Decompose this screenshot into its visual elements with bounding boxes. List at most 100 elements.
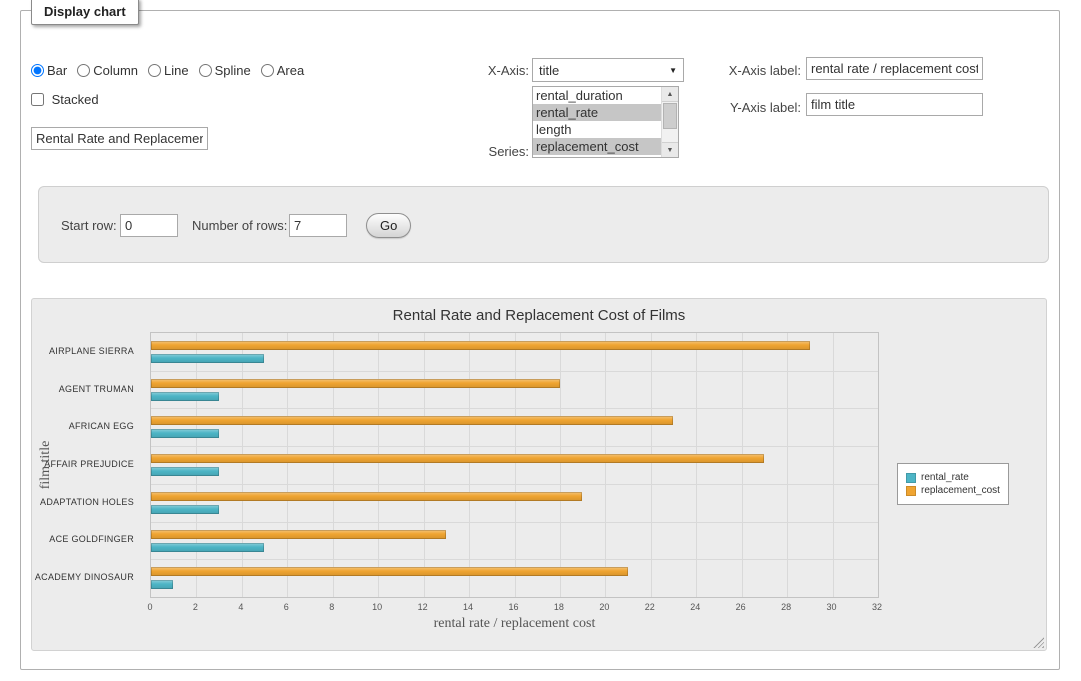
stacked-checkbox[interactable] [31, 93, 44, 106]
legend-label: replacement_cost [921, 485, 1000, 496]
y-axis-label-input[interactable] [806, 93, 983, 116]
x-tick-label: 10 [372, 602, 382, 612]
series-option-rental_duration[interactable]: rental_duration [533, 87, 661, 104]
x-tick-label: 12 [418, 602, 428, 612]
chart-type-line[interactable]: Line [148, 63, 189, 78]
display-chart-fieldset: Display chart BarColumnLineSplineArea St… [20, 10, 1060, 670]
chart-type-radio-spline[interactable] [199, 64, 212, 77]
row-controls-panel: Start row: Number of rows: Go [38, 186, 1049, 263]
y-axis-label-caption: Y-Axis label: [701, 100, 801, 115]
x-tick-label: 28 [781, 602, 791, 612]
category-label: AFRICAN EGG [32, 421, 142, 431]
category-labels: AIRPLANE SIERRAAGENT TRUMANAFRICAN EGGAF… [32, 332, 142, 598]
bar-replacement_cost [151, 341, 810, 350]
number-of-rows-label: Number of rows: [192, 218, 287, 233]
bar-rental_rate [151, 505, 219, 514]
bar-rental_rate [151, 392, 219, 401]
series-listbox[interactable]: rental_durationrental_ratelengthreplacem… [532, 86, 679, 158]
x-axis-label-input[interactable] [806, 57, 983, 80]
x-axis-select[interactable]: title ▼ [532, 58, 684, 82]
chart-type-options: Bar Column Line Spline Area [31, 63, 314, 78]
gridline-vertical [378, 333, 379, 597]
go-button[interactable]: Go [366, 213, 411, 238]
chart-type-radio-label: Area [277, 63, 304, 78]
x-axis-select-caption: X-Axis: [421, 63, 529, 78]
stacked-label: Stacked [52, 92, 99, 107]
series-option-rental_rate[interactable]: rental_rate [533, 104, 661, 121]
scroll-down-arrow-icon[interactable]: ▼ [662, 142, 678, 157]
category-label: ADAPTATION HOLES [32, 497, 142, 507]
bar-rental_rate [151, 467, 219, 476]
gridline-vertical [242, 333, 243, 597]
x-tick-label: 14 [463, 602, 473, 612]
plot-area [150, 332, 879, 598]
chart-type-radio-bar[interactable] [31, 64, 44, 77]
series-listbox-scrollbar[interactable]: ▲ ▼ [661, 87, 678, 157]
x-tick-label: 20 [599, 602, 609, 612]
chart-type-radio-line[interactable] [148, 64, 161, 77]
gridline-vertical [424, 333, 425, 597]
series-option-length[interactable]: length [533, 121, 661, 138]
x-tick-label: 8 [329, 602, 334, 612]
series-option-replacement_cost[interactable]: replacement_cost [533, 138, 661, 155]
gridline-horizontal [151, 522, 878, 523]
bar-replacement_cost [151, 530, 446, 539]
chart-panel: Rental Rate and Replacement Cost of Film… [31, 298, 1047, 651]
chart-type-bar[interactable]: Bar [31, 63, 67, 78]
bar-rental_rate [151, 580, 173, 589]
x-tick-label: 18 [554, 602, 564, 612]
chart-type-radio-label: Bar [47, 63, 67, 78]
chart-type-spline[interactable]: Spline [199, 63, 251, 78]
bar-replacement_cost [151, 454, 764, 463]
x-tick-label: 4 [238, 602, 243, 612]
gridline-horizontal [151, 484, 878, 485]
category-label: ACADEMY DINOSAUR [32, 572, 142, 582]
gridline-horizontal [151, 371, 878, 372]
gridline-vertical [196, 333, 197, 597]
scroll-up-arrow-icon[interactable]: ▲ [662, 87, 678, 102]
gridline-vertical [605, 333, 606, 597]
x-tick-label: 26 [736, 602, 746, 612]
scrollbar-thumb[interactable] [663, 103, 677, 129]
gridline-vertical [560, 333, 561, 597]
chart-title-input[interactable] [31, 127, 208, 150]
bar-rental_rate [151, 543, 264, 552]
chart-type-radio-label: Spline [215, 63, 251, 78]
chart-type-radio-area[interactable] [261, 64, 274, 77]
start-row-label: Start row: [61, 218, 117, 233]
resize-grip-icon[interactable] [1033, 637, 1044, 648]
series-caption: Series: [421, 144, 529, 159]
x-tick-label: 0 [147, 602, 152, 612]
stacked-option[interactable]: Stacked [31, 92, 99, 107]
legend-swatch [906, 486, 916, 496]
chart-title: Rental Rate and Replacement Cost of Film… [32, 307, 1046, 324]
x-axis-title: rental rate / replacement cost [150, 616, 879, 632]
legend-item-rental_rate[interactable]: rental_rate [906, 472, 1000, 483]
panel-title: Display chart [31, 0, 139, 25]
gridline-vertical [287, 333, 288, 597]
bar-replacement_cost [151, 567, 628, 576]
gridline-vertical [833, 333, 834, 597]
x-axis-label-caption: X-Axis label: [701, 63, 801, 78]
legend-swatch [906, 473, 916, 483]
category-label: ACE GOLDFINGER [32, 534, 142, 544]
bar-replacement_cost [151, 492, 582, 501]
chart-type-radio-label: Column [93, 63, 138, 78]
gridline-vertical [515, 333, 516, 597]
gridline-horizontal [151, 408, 878, 409]
gridline-vertical [696, 333, 697, 597]
category-label: AFFAIR PREJUDICE [32, 459, 142, 469]
bar-replacement_cost [151, 416, 673, 425]
x-tick-labels: 02468101214161820222426283032 [150, 602, 879, 614]
legend-item-replacement_cost[interactable]: replacement_cost [906, 485, 1000, 496]
number-of-rows-input[interactable] [289, 214, 347, 237]
legend-label: rental_rate [921, 472, 969, 483]
gridline-vertical [651, 333, 652, 597]
chart-type-area[interactable]: Area [261, 63, 304, 78]
category-label: AGENT TRUMAN [32, 384, 142, 394]
chart-type-column[interactable]: Column [77, 63, 138, 78]
chart-type-radio-column[interactable] [77, 64, 90, 77]
x-tick-label: 32 [872, 602, 882, 612]
start-row-input[interactable] [120, 214, 178, 237]
x-axis-selected-value: title [539, 63, 559, 78]
